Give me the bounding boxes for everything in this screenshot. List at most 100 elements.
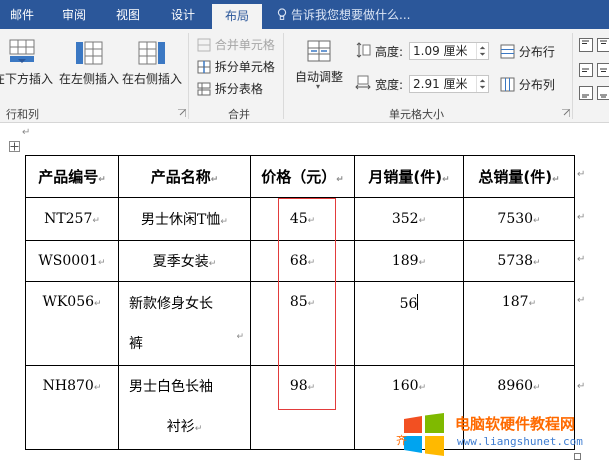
header-cell[interactable]: 产品名称↵	[118, 155, 251, 198]
table-header-row: 产品编号↵ 产品名称↵ 价格（元）↵ 月销量(件)↵ 总销量(件)↵	[25, 155, 575, 198]
align-bottom-center-icon[interactable]	[597, 86, 609, 100]
chevron-down-icon: ▾	[316, 82, 321, 91]
group-separator	[188, 33, 189, 119]
table-cell[interactable]: NT257↵	[25, 197, 119, 241]
insert-column-left-icon	[76, 41, 103, 65]
ribbon-tab-bar: 邮件 审阅 视图 设计 布局 告诉我您想要做什么...	[0, 0, 609, 29]
table-cell[interactable]: 新款修身女长裤 ↵	[118, 281, 251, 366]
split-cells-icon	[197, 60, 211, 74]
table-cell[interactable]: NH870↵	[25, 365, 119, 450]
merge-cells-label: 合并单元格	[214, 38, 275, 52]
table-cell[interactable]: 56	[354, 281, 464, 366]
header-cell[interactable]: 产品编号↵	[25, 155, 119, 198]
split-table-icon	[197, 82, 211, 96]
split-table-button[interactable]: 拆分表格	[197, 80, 263, 98]
spin-arrows-icon[interactable]	[476, 76, 488, 92]
distribute-columns-icon	[500, 77, 515, 92]
table-row: WS0001↵ 夏季女装↵ 68↵ 189↵ 5738↵	[25, 240, 575, 282]
table-cell[interactable]: 98↵	[250, 365, 355, 450]
table-row: NT257↵ 男士休闲T恤↵ 45↵ 352↵ 7530↵	[25, 197, 575, 241]
row-end-mark-icon: ↵	[577, 212, 586, 223]
tab-review[interactable]: 审阅	[50, 0, 98, 29]
distribute-columns-button[interactable]: 分布列	[500, 76, 555, 93]
insert-row-below-icon	[9, 39, 35, 63]
column-width-input[interactable]: 2.91 厘米	[409, 75, 489, 93]
split-cells-button[interactable]: 拆分单元格	[197, 58, 275, 76]
table-cell[interactable]: 夏季女装↵	[118, 240, 251, 282]
tab-view[interactable]: 视图	[104, 0, 152, 29]
header-cell[interactable]: 月销量(件)↵	[354, 155, 464, 198]
merge-cells-button[interactable]: 合并单元格	[197, 36, 275, 54]
distribute-rows-button[interactable]: 分布行	[500, 43, 555, 60]
insert-left-button[interactable]: 在左侧插入	[58, 37, 120, 87]
distribute-rows-label: 分布行	[518, 45, 555, 59]
row-end-mark-icon: ↵	[577, 295, 586, 306]
row-height-value: 1.09 厘米	[413, 44, 468, 58]
distribute-rows-icon	[500, 44, 515, 59]
split-cells-label: 拆分单元格	[214, 60, 275, 74]
tab-design[interactable]: 设计	[160, 0, 206, 29]
header-cell[interactable]: 价格（元）↵	[250, 155, 355, 198]
insert-right-button[interactable]: 在右侧插入	[120, 37, 184, 87]
watermark: 电脑软硬件教程网 www.liangshunet.com	[401, 407, 609, 462]
table-cell[interactable]: WS0001↵	[25, 240, 119, 282]
table-cell[interactable]: 187↵	[463, 281, 575, 366]
table-cell[interactable]: 352↵	[354, 197, 464, 241]
insert-right-label: 在右侧插入	[121, 72, 182, 86]
tab-layout[interactable]: 布局	[212, 4, 262, 29]
ribbon: 在下方插入 在左侧插入 在右侧插入 行和列 合并单元格 拆分单元格 拆分表格 合…	[0, 29, 609, 123]
insert-below-button[interactable]: 在下方插入	[0, 37, 54, 87]
width-label: 宽度:	[375, 78, 404, 92]
split-table-label: 拆分表格	[214, 82, 263, 96]
table-cell[interactable]: WK056↵	[25, 281, 119, 366]
watermark-title: 电脑软硬件教程网	[455, 415, 576, 433]
align-bottom-left-icon[interactable]	[579, 86, 593, 100]
align-center-icon[interactable]	[597, 63, 609, 77]
tell-me-search[interactable]: 告诉我您想要做什么...	[277, 0, 410, 29]
group-label-merge: 合并	[228, 108, 250, 121]
watermark-url: www.liangshunet.com	[457, 435, 583, 448]
table-cell[interactable]: 68↵	[250, 240, 355, 282]
group-separator	[283, 33, 284, 119]
column-width-icon	[355, 75, 371, 90]
table-cell[interactable]: 男士白色长袖 衬衫↵	[118, 365, 251, 450]
height-label: 高度:	[375, 45, 404, 59]
lightbulb-icon	[277, 8, 287, 20]
cell-size-launcher-icon[interactable]	[562, 109, 570, 117]
row-end-mark-icon: ↵	[577, 169, 586, 180]
group-separator	[572, 33, 573, 119]
autofit-icon	[307, 40, 331, 62]
autofit-button[interactable]: 自动调整 ▾	[290, 37, 348, 99]
group-label-cell-size: 单元格大小	[389, 108, 444, 121]
table-cell[interactable]: 85↵	[250, 281, 355, 366]
insert-column-right-icon	[138, 41, 165, 65]
table-move-handle-icon[interactable]	[9, 141, 20, 152]
row-end-mark-icon: ↵	[577, 381, 586, 392]
product-table[interactable]: 产品编号↵ 产品名称↵ 价格（元）↵ 月销量(件)↵ 总销量(件)↵ NT257…	[25, 155, 575, 450]
align-top-center-icon[interactable]	[597, 38, 609, 52]
tab-mailings[interactable]: 邮件	[0, 0, 44, 29]
text-cursor	[417, 294, 419, 310]
group-label-rows-cols: 行和列	[6, 108, 39, 121]
header-cell[interactable]: 总销量(件)↵	[463, 155, 575, 198]
column-width-value: 2.91 厘米	[413, 77, 468, 91]
table-cell[interactable]: 男士休闲T恤↵	[118, 197, 251, 241]
table-cell[interactable]: 5738↵	[463, 240, 575, 282]
table-cell[interactable]: 7530↵	[463, 197, 575, 241]
distribute-columns-label: 分布列	[518, 78, 555, 92]
table-cell[interactable]: 45↵	[250, 197, 355, 241]
row-end-mark-icon: ↵	[577, 254, 586, 265]
insert-left-label: 在左侧插入	[58, 72, 119, 86]
align-center-left-icon[interactable]	[579, 63, 593, 77]
windows-logo-icon	[404, 413, 444, 456]
tell-me-text: 告诉我您想要做什么...	[291, 8, 411, 22]
paragraph-mark-icon: ↵	[22, 127, 31, 138]
table-row: WK056↵ 新款修身女长裤 ↵ 85↵ 56 187↵	[25, 281, 575, 366]
row-height-input[interactable]: 1.09 厘米	[409, 42, 489, 60]
spin-arrows-icon[interactable]	[476, 43, 488, 59]
watermark-fragment: 齐	[396, 434, 407, 447]
align-top-left-icon[interactable]	[579, 38, 593, 52]
table-cell[interactable]: 189↵	[354, 240, 464, 282]
merge-cells-icon	[197, 38, 211, 52]
rows-cols-launcher-icon[interactable]	[178, 109, 186, 117]
